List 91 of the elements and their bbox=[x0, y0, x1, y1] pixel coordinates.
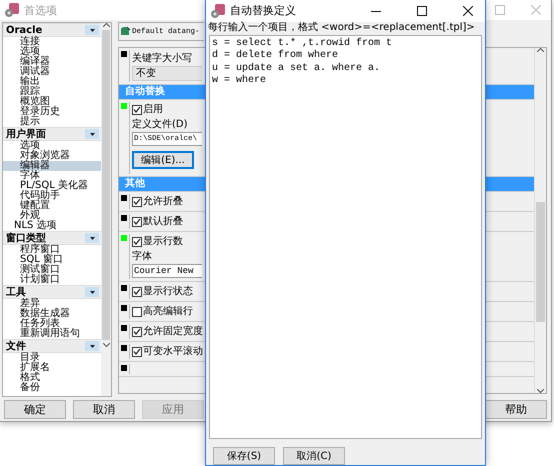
window-title: 首选项 bbox=[24, 2, 57, 18]
check-icon bbox=[133, 328, 141, 335]
dialog-button[interactable]: 取消 bbox=[73, 400, 135, 419]
checkbox[interactable] bbox=[132, 346, 142, 356]
sidebar-item[interactable]: 计划窗口 bbox=[3, 275, 101, 285]
sidebar-item[interactable]: 扩展名 bbox=[3, 363, 101, 373]
group-header[interactable]: 文件 bbox=[6, 340, 26, 352]
case-dropdown[interactable]: 不变 bbox=[132, 66, 202, 81]
checkbox[interactable] bbox=[132, 326, 142, 336]
format-hint: 每行输入一个项目，格式 <word>=<replacement[.tpl]> bbox=[207, 22, 476, 34]
sidebar-item[interactable]: 跟踪 bbox=[3, 87, 101, 97]
database-icon bbox=[120, 26, 131, 37]
group-toggle-button[interactable] bbox=[85, 129, 99, 139]
group-toggle-button[interactable] bbox=[85, 287, 99, 297]
scroll-down-icon[interactable] bbox=[537, 389, 544, 393]
checkbox[interactable] bbox=[132, 286, 142, 296]
sidebar-item[interactable]: 格式 bbox=[3, 373, 101, 383]
checkbox-label: 默认折叠 bbox=[143, 215, 183, 228]
sidebar-item[interactable]: 数据生成器 bbox=[3, 309, 101, 319]
edit-button[interactable]: 编辑(E)... bbox=[132, 151, 194, 169]
field-label: 定义文件(D) bbox=[132, 118, 188, 131]
checkbox[interactable] bbox=[132, 104, 142, 114]
checkbox[interactable] bbox=[132, 306, 142, 316]
maximize-icon[interactable] bbox=[417, 6, 427, 16]
scroll-up-icon[interactable] bbox=[102, 23, 110, 27]
sidebar-item[interactable]: 字体 bbox=[3, 171, 101, 181]
group-toggle-button[interactable] bbox=[85, 233, 99, 243]
sidebar-item[interactable]: 对象浏览器 bbox=[3, 151, 101, 161]
app-icon bbox=[210, 2, 226, 19]
checkbox-label: 显示行状态 bbox=[143, 285, 193, 298]
sidebar-item[interactable]: 输出 bbox=[3, 77, 101, 87]
sidebar-item[interactable]: 选项 bbox=[3, 141, 101, 151]
sidebar-item[interactable]: 编辑器 bbox=[3, 161, 101, 171]
group-toggle-button[interactable] bbox=[85, 25, 99, 35]
sidebar-item[interactable]: 代码助手 bbox=[3, 191, 101, 201]
dialog-button[interactable]: 帮助 bbox=[485, 400, 547, 419]
sidebar-item[interactable]: 编译器 bbox=[3, 57, 101, 67]
dialog-button[interactable]: 取消(C) bbox=[283, 447, 345, 465]
caret-icon bbox=[90, 236, 94, 240]
sidebar-item[interactable]: SQL 窗口 bbox=[3, 255, 101, 265]
sidebar-item[interactable]: 概览图 bbox=[3, 97, 101, 107]
sidebar-item[interactable]: 外观 bbox=[3, 211, 101, 221]
sidebar-item[interactable]: 连接 bbox=[3, 37, 101, 47]
caret-icon bbox=[90, 132, 94, 136]
sidebar-item[interactable]: 程序窗口 bbox=[3, 245, 101, 255]
close-icon[interactable] bbox=[463, 6, 473, 16]
sidebar-item[interactable]: 调试器 bbox=[3, 67, 101, 77]
check-icon bbox=[133, 238, 141, 245]
check-icon bbox=[133, 288, 141, 295]
check-icon bbox=[133, 348, 141, 355]
replacement-editor[interactable]: s = select t.* ,t.rowid from t d = delete from where u = update a set a. where a. w = where bbox=[209, 34, 482, 439]
scroll-up-icon[interactable] bbox=[537, 48, 544, 52]
check-icon bbox=[133, 106, 141, 113]
caret-icon bbox=[90, 344, 94, 348]
checkbox-label: 显示行数 bbox=[143, 235, 183, 248]
caret-icon bbox=[90, 290, 94, 294]
checkbox-label: 可变水平滚动 bbox=[143, 345, 203, 358]
dialog-button[interactable]: 保存(S) bbox=[213, 447, 275, 465]
caret-icon bbox=[90, 28, 94, 32]
sidebar-item[interactable]: NLS 选项 bbox=[3, 221, 101, 231]
dialog-button[interactable]: 确定 bbox=[4, 400, 66, 419]
checkbox-label: 高亮编辑行 bbox=[143, 305, 193, 318]
check-icon bbox=[133, 218, 141, 225]
check-icon bbox=[133, 198, 141, 205]
checkbox[interactable] bbox=[132, 236, 142, 246]
sidebar-item[interactable]: 重新调用语句 bbox=[3, 329, 101, 339]
window-title: 自动替换定义 bbox=[230, 3, 296, 18]
group-toggle-button[interactable] bbox=[85, 341, 99, 351]
sidebar-item[interactable]: 备份 bbox=[3, 383, 101, 393]
scroll-down-icon[interactable] bbox=[102, 343, 110, 347]
sidebar-item[interactable]: 测试窗口 bbox=[3, 265, 101, 275]
sidebar-item[interactable]: 选项 bbox=[3, 47, 101, 57]
field-label: 字体 bbox=[132, 250, 152, 263]
sidebar-item[interactable]: 提示 bbox=[3, 117, 101, 127]
scrollbar[interactable] bbox=[101, 23, 111, 396]
checkbox-label: 允许折叠 bbox=[143, 195, 183, 208]
checkbox[interactable] bbox=[132, 216, 142, 226]
font-field[interactable]: Courier New bbox=[132, 264, 202, 278]
app-icon bbox=[4, 2, 20, 18]
sidebar-item[interactable]: 登录历史 bbox=[3, 107, 101, 117]
sidebar-item[interactable]: 目录 bbox=[3, 353, 101, 363]
checkbox-label: 启用 bbox=[143, 103, 163, 116]
sidebar-item[interactable]: 键配置 bbox=[3, 201, 101, 211]
sidebar-item[interactable]: PL/SQL 美化器 bbox=[3, 181, 101, 191]
scrollbar[interactable] bbox=[534, 48, 546, 393]
sidebar-item[interactable]: 差异 bbox=[3, 299, 101, 309]
checkbox[interactable] bbox=[132, 196, 142, 206]
checkbox-label: 允许固定宽度 bbox=[143, 325, 203, 338]
group-header[interactable]: 工具 bbox=[6, 286, 26, 298]
field-label: 关键字大小写 bbox=[132, 52, 192, 65]
sidebar-item[interactable]: 任务列表 bbox=[3, 319, 101, 329]
